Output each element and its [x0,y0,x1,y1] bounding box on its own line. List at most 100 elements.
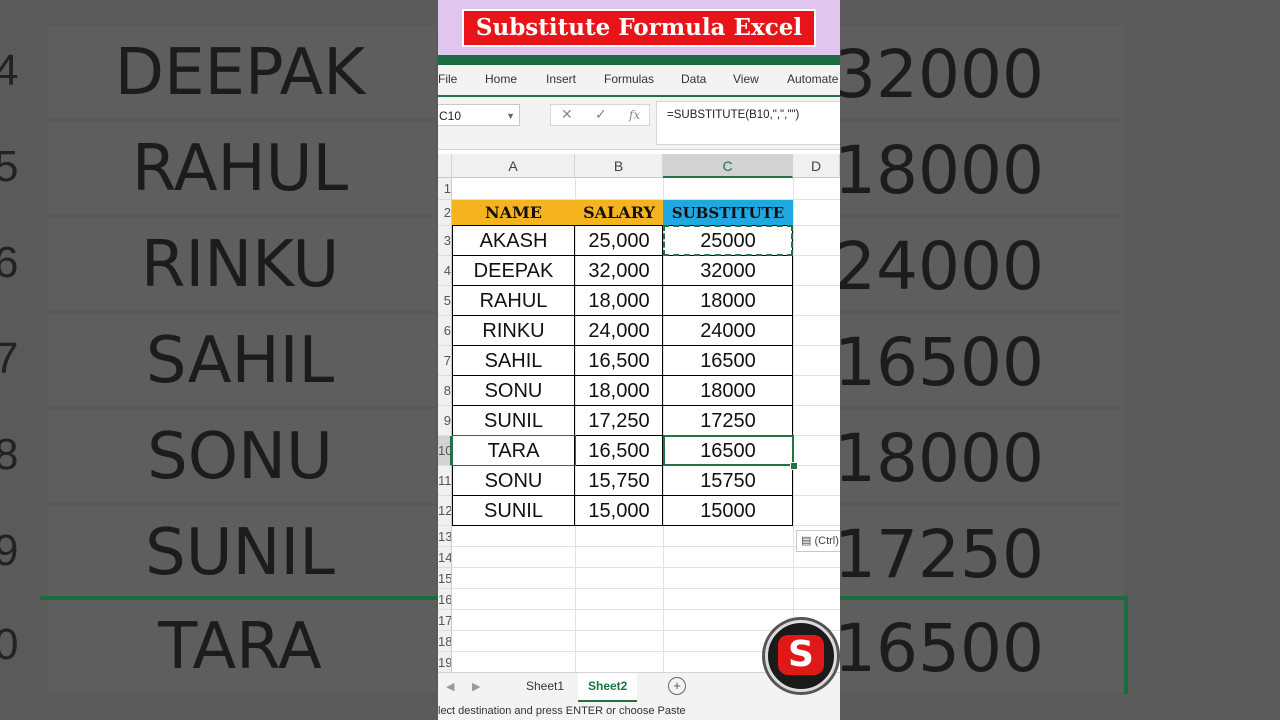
table-cell[interactable]: SUNIL [452,496,575,526]
menu-formulas[interactable]: Formulas [604,72,654,86]
insert-function-icon[interactable]: fx [629,108,640,122]
table-cell[interactable]: AKASH [452,226,575,256]
table-cell[interactable]: DEEPAK [452,256,575,286]
table-cell[interactable]: 16,500 [575,346,663,376]
row-header-9[interactable]: 9 [438,406,452,436]
table-cell[interactable]: 24000 [663,316,793,346]
row-header-7[interactable]: 7 [438,346,452,376]
copy-marquee [663,225,793,256]
row-header-16[interactable]: 16 [438,589,452,610]
menu-view[interactable]: View [733,72,759,86]
table-cell[interactable]: 18000 [663,286,793,316]
table-cell[interactable]: SUNIL [452,406,575,436]
column-header-b[interactable]: B [575,154,663,178]
background-selection-edge [840,596,1128,600]
row-header-8[interactable]: 8 [438,376,452,406]
table-border [452,495,793,496]
table-cell[interactable]: SAHIL [452,346,575,376]
table-cell[interactable]: SONU [452,376,575,406]
table-border [452,345,793,346]
active-cell[interactable] [663,435,794,466]
table-cell[interactable]: SONU [452,466,575,496]
tab-sheet2[interactable]: Sheet2 [578,673,638,702]
table-border [452,226,453,526]
tab-sheet1[interactable]: Sheet1 [516,673,574,700]
background-zoom-left: 4 DEEPAK 5 RAHUL 6 RINKU 7 SAHIL 8 SONU 9 SUNIL 0 TAR… [0,0,440,720]
cancel-icon[interactable]: ✕ [561,106,573,123]
gridline [452,609,840,610]
background-name: TARA [158,610,322,684]
column-header-c[interactable]: C [663,154,793,178]
row-header-11[interactable]: 11 [438,466,452,496]
table-cell[interactable]: 18,000 [575,376,663,406]
table-cell[interactable]: 16500 [663,346,793,376]
row-header-19[interactable]: 19 [438,652,452,673]
table-cell[interactable]: 15750 [663,466,793,496]
table-border [452,315,793,316]
fill-handle[interactable] [790,462,798,470]
background-name: SONU [147,420,333,494]
background-row-number: 9 [0,526,19,575]
gridline [452,546,840,547]
chevron-down-icon[interactable]: ▼ [506,105,515,127]
row-header-6[interactable]: 6 [438,316,452,346]
table-border [452,405,793,406]
row-header-3[interactable]: 3 [438,226,452,256]
row-header-18[interactable]: 18 [438,631,452,652]
menu-insert[interactable]: Insert [546,72,576,86]
enter-icon[interactable]: ✓ [595,106,607,123]
table-cell[interactable]: 15000 [663,496,793,526]
table-cell[interactable]: 16,500 [575,436,663,466]
row-header-17[interactable]: 17 [438,610,452,631]
background-row-number: 8 [0,430,19,479]
table-cell[interactable]: RINKU [452,316,575,346]
formula-input[interactable]: =SUBSTITUTE(B10,",","") [656,101,840,145]
table-cell[interactable]: 18,000 [575,286,663,316]
menu-file[interactable]: File [438,72,457,86]
background-name: SUNIL [145,516,335,590]
table-cell[interactable]: 15,750 [575,466,663,496]
background-value: 16500 [840,610,1044,687]
row-header-15[interactable]: 15 [438,568,452,589]
background-value: 32000 [840,36,1044,113]
table-cell[interactable]: 25,000 [575,226,663,256]
menu-automate[interactable]: Automate [787,72,838,86]
row-header-10[interactable]: 10 [438,436,452,466]
row-header-5[interactable]: 5 [438,286,452,316]
table-cell[interactable]: 32000 [663,256,793,286]
worksheet-grid[interactable]: A B C D 1 2 3 4 5 6 7 8 9 10 11 12 13 14 15 16 17 18 19 NAME SAL… [438,154,840,674]
menu-bar: File Home Insert Formulas Data View Auto… [438,65,840,95]
table-cell[interactable]: RAHUL [452,286,575,316]
table-cell[interactable]: 15,000 [575,496,663,526]
table-header-substitute[interactable]: SUBSTITUTE [663,200,793,226]
table-cell[interactable]: 18000 [663,376,793,406]
row-header-13[interactable]: 13 [438,526,452,547]
paste-options-label: (Ctrl) [814,535,839,547]
table-cell[interactable]: 17,250 [575,406,663,436]
scroll-left-icon[interactable]: ◀ [446,680,454,693]
background-name: RAHUL [131,132,349,206]
add-sheet-icon[interactable]: + [668,677,686,695]
channel-logo: S [765,620,837,692]
column-header-a[interactable]: A [452,154,575,178]
scroll-right-icon[interactable]: ▶ [472,680,480,693]
row-header-14[interactable]: 14 [438,547,452,568]
column-header-d[interactable]: D [793,154,840,178]
row-header-12[interactable]: 12 [438,496,452,526]
background-name: SAHIL [145,324,335,398]
row-header-4[interactable]: 4 [438,256,452,286]
menu-data[interactable]: Data [681,72,706,86]
gridline [452,588,840,589]
name-box[interactable]: C10 ▼ [438,104,520,126]
menu-home[interactable]: Home [485,72,517,86]
table-header-name[interactable]: NAME [452,200,575,226]
paste-options-button[interactable]: ▤ (Ctrl) [796,530,840,552]
select-all-corner[interactable] [438,154,452,178]
table-cell[interactable]: 24,000 [575,316,663,346]
row-header-2[interactable]: 2 [438,200,452,226]
table-cell[interactable]: 17250 [663,406,793,436]
table-cell[interactable]: 32,000 [575,256,663,286]
table-header-salary[interactable]: SALARY [575,200,663,226]
row-header-1[interactable]: 1 [438,178,452,200]
background-zoom-right: 32000 18000 24000 16500 18000 17250 16500 [840,0,1280,720]
